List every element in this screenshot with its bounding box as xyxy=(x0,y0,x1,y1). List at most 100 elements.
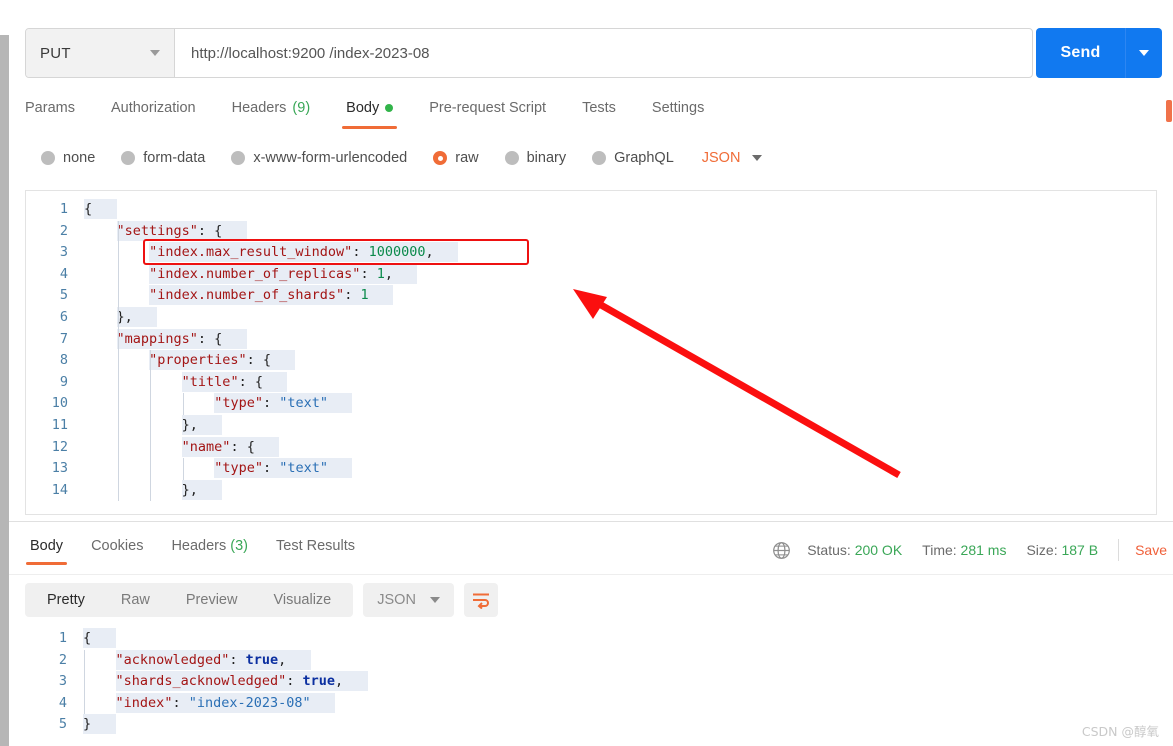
request-tab-params[interactable]: Params xyxy=(25,96,93,120)
code-token: , xyxy=(335,673,344,690)
request-tabs: Params Authorization Headers (9) Body Pre-req… xyxy=(25,96,722,132)
code-token: : xyxy=(286,673,303,690)
code-token: { xyxy=(83,630,92,646)
code-line: "index.number_of_replicas": 1, xyxy=(84,263,1156,286)
code-token: 1000000 xyxy=(368,244,426,261)
code-line: "mappings": { xyxy=(84,328,1156,351)
code-token: "index.number_of_shards" xyxy=(149,287,345,304)
code-token: "mappings" xyxy=(116,330,198,347)
response-line-numbers: 1 2 3 4 5 xyxy=(25,628,77,746)
code-token: : { xyxy=(246,352,272,369)
response-divider xyxy=(9,521,1173,522)
request-url-input[interactable]: http://localhost:9200 /index-2023-08 xyxy=(175,29,1032,77)
code-line: { xyxy=(83,628,1157,650)
tab-label: Body xyxy=(346,100,380,116)
request-tab-pre-request-script[interactable]: Pre-request Script xyxy=(411,96,564,120)
request-tab-body[interactable]: Body xyxy=(328,96,411,129)
code-line: { xyxy=(84,199,1156,221)
code-token: : { xyxy=(230,438,255,455)
body-format-select[interactable]: JSON xyxy=(702,150,763,166)
body-type-label: GraphQL xyxy=(614,150,674,166)
time-badge: Time: 281 ms xyxy=(922,542,1006,558)
code-line: "shards_acknowledged": true, xyxy=(83,671,1157,693)
radio-icon xyxy=(504,151,519,165)
tab-label: Headers xyxy=(171,538,227,554)
view-mode-raw[interactable]: Raw xyxy=(103,583,168,617)
tab-count: (3) xyxy=(226,538,249,554)
code-token: "text" xyxy=(279,395,329,412)
view-mode-preview[interactable]: Preview xyxy=(168,583,256,617)
code-token: : xyxy=(263,460,280,477)
code-line: "index.max_result_window": 1000000, xyxy=(84,242,1156,264)
code-token: "name" xyxy=(181,438,231,455)
code-line: "index.number_of_shards": 1 xyxy=(84,285,1156,307)
request-url-value: http://localhost:9200 /index-2023-08 xyxy=(191,44,430,62)
window-scrollbar-thumb[interactable] xyxy=(0,35,9,746)
response-format-value: JSON xyxy=(377,592,416,608)
response-body-viewer[interactable]: 1 2 3 4 5 { "acknowledged": true, "shards_ac… xyxy=(25,628,1157,746)
code-token: : xyxy=(344,287,361,304)
view-mode-pretty[interactable]: Pretty xyxy=(29,583,103,617)
status-badge: Status: 200 OK xyxy=(807,542,902,558)
code-token: 1 xyxy=(376,265,385,282)
line-number: 5 xyxy=(58,716,67,733)
response-tab-body[interactable]: Body xyxy=(16,534,77,565)
request-tab-settings[interactable]: Settings xyxy=(634,96,722,120)
radio-icon xyxy=(121,151,136,165)
line-number: 1 xyxy=(59,201,68,217)
body-type-binary[interactable]: binary xyxy=(504,150,566,166)
request-code-area[interactable]: { "settings": { "index.max_result_window… xyxy=(84,199,1156,514)
code-token: { xyxy=(84,201,93,217)
body-type-label: raw xyxy=(455,150,479,166)
save-response-button[interactable]: Save xyxy=(1135,542,1167,558)
body-type-x-www-form-urlencoded[interactable]: x-www-form-urlencoded xyxy=(231,150,407,166)
line-number: 8 xyxy=(59,352,68,369)
code-line: "settings": { xyxy=(84,220,1156,243)
code-token: "settings" xyxy=(116,222,198,239)
http-method-select[interactable]: PUT xyxy=(26,29,175,77)
response-tab-test-results[interactable]: Test Results xyxy=(262,534,369,558)
code-token: "title" xyxy=(181,373,239,390)
code-line: "acknowledged": true, xyxy=(83,649,1157,672)
code-token: }, xyxy=(181,416,198,433)
tab-label: Authorization xyxy=(110,100,196,116)
watermark: CSDN @醇氧 xyxy=(1081,724,1159,739)
body-type-form-data[interactable]: form-data xyxy=(121,150,205,166)
code-line: "type": "text" xyxy=(84,458,1156,480)
response-tab-cookies[interactable]: Cookies xyxy=(77,534,157,558)
request-body-editor[interactable]: 1 2 3 4 5 6 7 8 9 10 11 12 13 14 { "settings": { "ind… xyxy=(25,190,1157,515)
code-token: "shards_acknowledged" xyxy=(115,673,287,690)
body-type-graphql[interactable]: GraphQL xyxy=(592,150,674,166)
line-number: 6 xyxy=(59,308,68,325)
code-token: : xyxy=(172,694,189,711)
line-number: 10 xyxy=(51,395,68,412)
code-token: "index.number_of_replicas" xyxy=(149,265,361,282)
wrap-lines-button[interactable] xyxy=(463,583,498,617)
code-token: , xyxy=(384,265,393,282)
request-tab-tests[interactable]: Tests xyxy=(564,96,634,120)
send-button[interactable]: Send xyxy=(1036,28,1125,78)
line-number: 14 xyxy=(51,481,68,498)
code-token: : xyxy=(263,395,280,412)
status-label: Status: xyxy=(807,542,851,558)
response-tab-headers[interactable]: Headers (3) xyxy=(157,534,262,558)
code-token: : { xyxy=(238,373,263,390)
code-token: "acknowledged" xyxy=(115,651,230,668)
http-method-value: PUT xyxy=(40,44,71,62)
window-scrollbar[interactable] xyxy=(0,35,9,746)
body-present-dot-icon xyxy=(385,104,394,112)
send-button-group[interactable]: Send xyxy=(1036,28,1162,78)
tab-label: Tests xyxy=(582,100,616,116)
body-type-none[interactable]: none xyxy=(41,150,95,166)
body-type-raw[interactable]: raw xyxy=(433,150,479,166)
response-format-select[interactable]: JSON xyxy=(363,583,454,617)
request-tab-authorization[interactable]: Authorization xyxy=(93,96,214,120)
send-options-button[interactable] xyxy=(1125,28,1162,78)
globe-icon xyxy=(772,541,791,560)
code-line: "index": "index-2023-08" xyxy=(83,692,1157,715)
view-mode-visualize[interactable]: Visualize xyxy=(255,583,349,617)
response-tabs: Body Cookies Headers (3) Test Results xyxy=(16,534,369,566)
code-line: "name": { xyxy=(84,436,1156,459)
request-tab-headers[interactable]: Headers (9) xyxy=(214,96,329,120)
radio-icon xyxy=(433,151,448,165)
